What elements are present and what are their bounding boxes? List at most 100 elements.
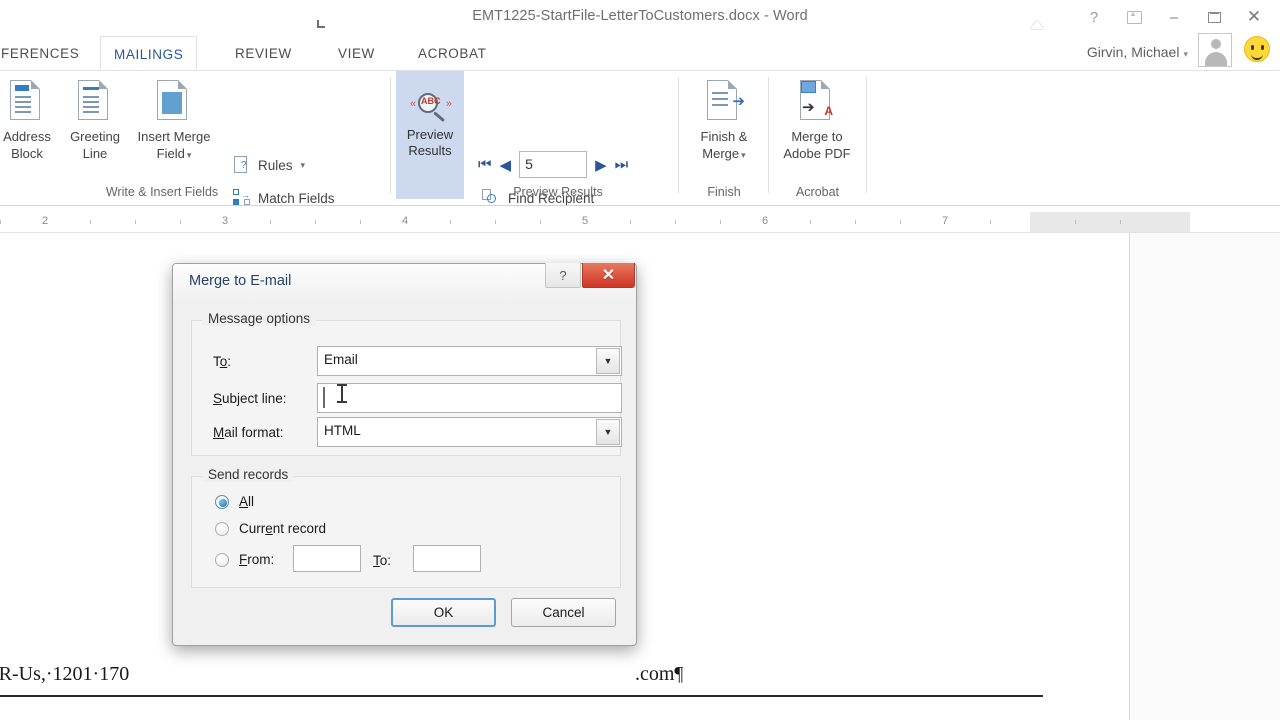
finish-and-merge-label-1: Finish & <box>700 129 748 144</box>
greeting-line-label-2: Line <box>82 146 108 161</box>
rules-button[interactable]: ? Rules ▾ <box>232 155 305 175</box>
merge-to-adobe-pdf-button[interactable]: A ➔ Merge to Adobe PDF <box>780 75 854 161</box>
message-options-legend: Message options <box>202 311 317 326</box>
right-indent-marker[interactable] <box>1030 20 1044 29</box>
mail-format-value: HTML <box>324 423 361 438</box>
avatar[interactable] <box>1198 33 1232 67</box>
address-block-button[interactable]: Address Block <box>0 75 64 161</box>
group-divider <box>390 77 391 193</box>
to-combobox[interactable]: Email ▼ <box>317 346 622 376</box>
merge-to-email-dialog: Merge to E-mail ? ✕ Message options To: … <box>172 263 637 646</box>
ruler-number: 5 <box>581 215 589 227</box>
radio-current-record-indicator[interactable] <box>215 521 229 536</box>
document-line-left: -R-Us,·1201·170 <box>0 663 130 685</box>
group-label-acrobat: Acrobat <box>795 185 840 199</box>
greeting-line-button[interactable]: Greeting Line <box>58 75 132 161</box>
ok-button[interactable]: OK <box>391 598 496 627</box>
ruler-number: 7 <box>941 215 949 227</box>
document-horizontal-rule <box>0 695 1043 697</box>
group-label-preview-results: Preview Results <box>513 185 603 199</box>
chevron-down-icon[interactable]: ▼ <box>596 419 620 445</box>
radio-all[interactable]: All <box>215 494 254 509</box>
word-application-window: EMT1225-StartFile-LetterToCustomers.docx… <box>0 0 1280 720</box>
address-block-label-1: Address <box>3 129 51 144</box>
chevron-down-icon[interactable]: ▼ <box>596 348 620 374</box>
document-margin-area <box>1130 233 1280 720</box>
text-caret <box>323 387 325 408</box>
to-value: Email <box>324 352 358 367</box>
cancel-button[interactable]: Cancel <box>511 598 616 627</box>
mouse-cursor-ibeam <box>337 384 347 403</box>
account-name-label: Girvin, Michael <box>1086 44 1180 60</box>
ribbon-divider <box>0 205 1280 206</box>
mail-format-label: Mail format: <box>213 425 284 440</box>
dialog-title: Merge to E-mail <box>189 273 292 289</box>
tab-stop-marker[interactable] <box>317 20 325 28</box>
chevron-down-icon: ▾ <box>741 150 746 160</box>
merge-to-adobe-pdf-label-1: Merge to <box>791 129 843 144</box>
radio-from-label: From: <box>239 552 275 567</box>
radio-all-label: All <box>239 494 255 509</box>
insert-merge-field-label-2: Field ▾ <box>156 146 192 161</box>
tab-references[interactable]: FERENCES <box>0 36 92 70</box>
restore-icon[interactable] <box>1194 4 1234 30</box>
radio-from[interactable]: From: <box>215 552 274 567</box>
to-label: To: <box>213 354 232 369</box>
insert-merge-field-label-1: Insert Merge <box>137 129 211 144</box>
merge-to-adobe-pdf-label-2: Adobe PDF <box>783 146 851 161</box>
from-record-input[interactable] <box>293 545 361 572</box>
finish-and-merge-button[interactable]: ➔ Finish & Merge ▾ <box>687 75 761 163</box>
radio-current-record-label: Current record <box>239 521 327 536</box>
group-divider <box>768 77 769 193</box>
group-label-write-insert-fields: Write & Insert Fields <box>105 185 219 199</box>
send-records-legend: Send records <box>202 467 295 482</box>
greeting-line-label-1: Greeting <box>70 129 120 144</box>
rules-icon: ? <box>232 155 252 175</box>
help-icon[interactable]: ? <box>1074 4 1114 30</box>
next-record-icon[interactable]: ▶ <box>595 156 607 174</box>
radio-current-record[interactable]: Current record <box>215 521 326 536</box>
dialog-title-bar[interactable]: Merge to E-mail ? ✕ <box>173 263 636 300</box>
title-bar: EMT1225-StartFile-LetterToCustomers.docx… <box>0 0 1280 36</box>
merge-to-adobe-pdf-icon: A ➔ <box>780 75 854 127</box>
ribbon-display-options-icon[interactable] <box>1114 4 1154 30</box>
address-block-icon <box>0 75 64 127</box>
first-record-icon[interactable]: ⏮ <box>478 156 492 173</box>
dialog-close-icon[interactable]: ✕ <box>582 263 635 288</box>
dialog-help-icon[interactable]: ? <box>545 263 581 288</box>
tab-review[interactable]: REVIEW <box>222 36 305 70</box>
mail-format-combobox[interactable]: HTML ▼ <box>317 417 622 447</box>
smiley-feedback-icon[interactable] <box>1244 36 1270 62</box>
subject-line-label: Subject line: <box>213 391 287 406</box>
radio-from-indicator[interactable] <box>215 552 229 567</box>
record-navigator: ⏮ ◀ 5 ▶ ⏭ <box>478 151 628 178</box>
close-icon[interactable]: ✕ <box>1234 4 1274 30</box>
ruler-number: 2 <box>41 215 49 227</box>
last-record-icon[interactable]: ⏭ <box>615 156 629 173</box>
ruler-number: 6 <box>761 215 769 227</box>
chevron-down-icon: ▾ <box>300 159 306 170</box>
greeting-line-icon <box>58 75 132 127</box>
horizontal-ruler[interactable]: 2 3 4 5 6 7 <box>0 212 1280 232</box>
subject-line-input[interactable] <box>317 383 622 413</box>
ribbon-group-finish: ➔ Finish & Merge ▾ Finish <box>680 71 768 207</box>
to-record-label: To: <box>373 553 392 568</box>
tab-view[interactable]: VIEW <box>325 36 388 70</box>
group-label-finish: Finish <box>707 185 741 199</box>
preview-results-icon: « » ABC <box>410 87 452 127</box>
minimize-icon[interactable]: – <box>1154 4 1194 30</box>
chevron-down-icon: ▾ <box>186 150 192 160</box>
window-controls: ? – ✕ <box>1074 4 1274 30</box>
record-number-input[interactable]: 5 <box>519 151 588 178</box>
radio-all-indicator[interactable] <box>215 494 229 509</box>
insert-merge-field-button[interactable]: Insert Merge Field ▾ <box>126 75 222 163</box>
tab-acrobat[interactable]: ACROBAT <box>405 36 499 70</box>
document-line-right: .com¶ <box>635 663 684 685</box>
tab-mailings[interactable]: MAILINGS <box>100 36 198 70</box>
ribbon-group-acrobat: A ➔ Merge to Adobe PDF Acrobat <box>770 71 865 207</box>
previous-record-icon[interactable]: ◀ <box>500 156 512 174</box>
to-record-input[interactable] <box>413 545 481 572</box>
finish-and-merge-label-2: Merge ▾ <box>702 146 746 161</box>
account-name[interactable]: Girvin, Michael ▾ <box>1087 44 1188 60</box>
ribbon-group-preview-results: « » ABC Preview Results ⏮ ◀ 5 ▶ ⏭ Find R… <box>392 71 672 239</box>
